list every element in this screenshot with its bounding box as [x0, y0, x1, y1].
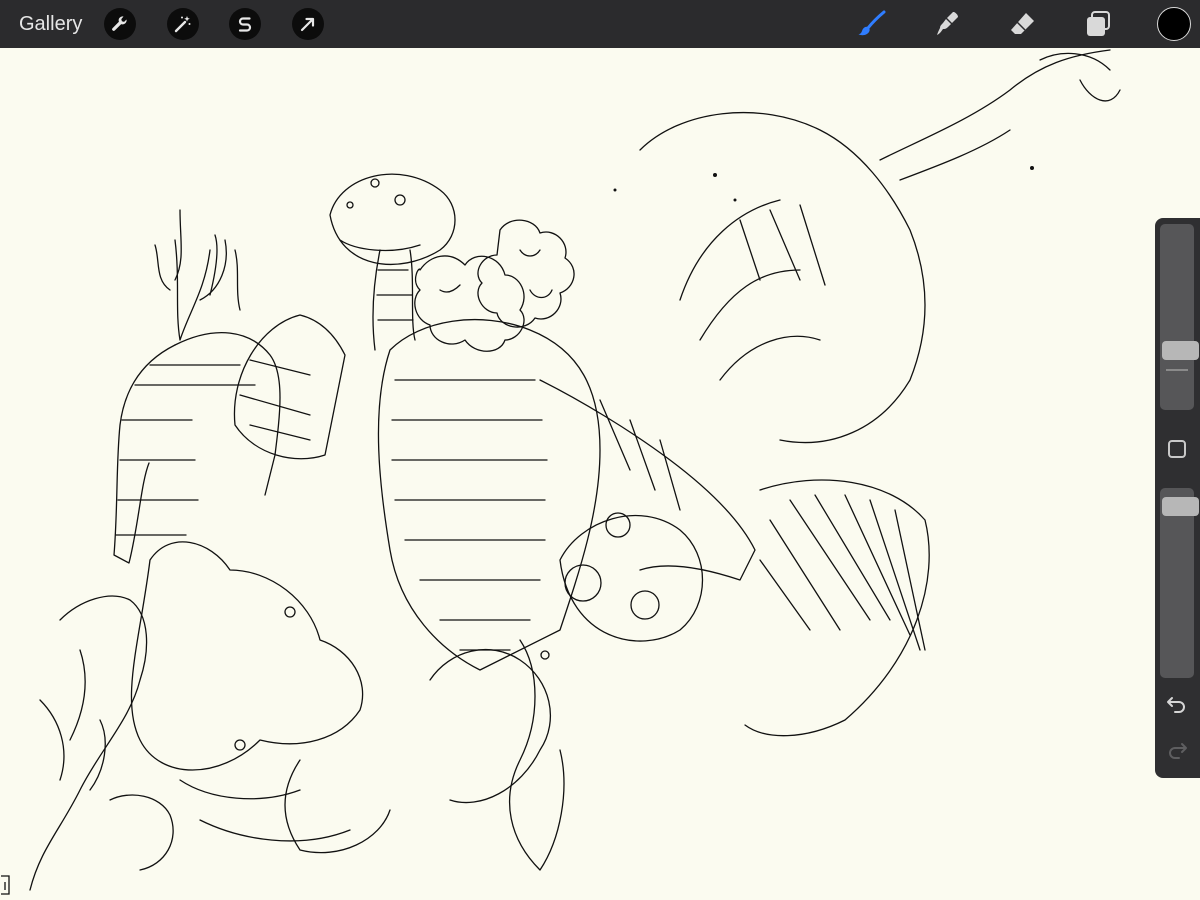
brush-size-thumb[interactable]: [1162, 341, 1199, 360]
artwork-left-figure: [113, 209, 281, 564]
eraser-icon: [1011, 13, 1034, 34]
drawing-canvas[interactable]: [0, 48, 1200, 900]
artwork-striped-shell: [744, 479, 930, 737]
redo-button[interactable]: [1164, 738, 1190, 762]
transform-button[interactable]: [292, 8, 324, 40]
selection-s-icon: [238, 17, 252, 32]
modify-button[interactable]: [1168, 440, 1186, 458]
color-picker-button[interactable]: [1157, 7, 1191, 41]
gallery-button[interactable]: Gallery: [19, 12, 82, 36]
undo-button[interactable]: [1164, 692, 1190, 716]
layers-icon: [1087, 11, 1110, 36]
actions-button[interactable]: [104, 8, 136, 40]
brush-sidebar: [1155, 218, 1200, 778]
eraser-tool[interactable]: [1006, 8, 1040, 40]
smudge-icon: [937, 12, 958, 35]
artwork-ladybug: [559, 512, 704, 642]
size-detent: [1166, 369, 1188, 371]
artwork-bottom-creatures: [130, 541, 565, 871]
brush-icon: [858, 10, 886, 36]
artwork-wave-plume: [639, 49, 1121, 444]
artwork-left-coral: [29, 595, 174, 891]
wrench-icon: [112, 16, 127, 31]
artwork-central-figure: [233, 314, 756, 671]
artwork-flowers: [414, 219, 575, 352]
magic-wand-icon: [174, 16, 191, 33]
brush-opacity-thumb[interactable]: [1162, 497, 1199, 516]
artwork-dots: [613, 166, 1034, 202]
corner-reference-icon: [1, 875, 10, 895]
brush-size-slider[interactable]: [1160, 224, 1199, 410]
undo-icon: [1167, 697, 1185, 713]
brush-opacity-slider[interactable]: [1160, 488, 1199, 678]
top-toolbar: Gallery: [0, 0, 1200, 48]
redo-icon: [1169, 743, 1187, 759]
arrow-transform-icon: [300, 17, 315, 32]
smudge-tool[interactable]: [930, 8, 964, 40]
adjustments-button[interactable]: [167, 8, 199, 40]
brush-tool[interactable]: [855, 8, 889, 40]
artwork-mushroom: [329, 173, 456, 351]
selection-button[interactable]: [229, 8, 261, 40]
layers-tool[interactable]: [1081, 8, 1115, 40]
